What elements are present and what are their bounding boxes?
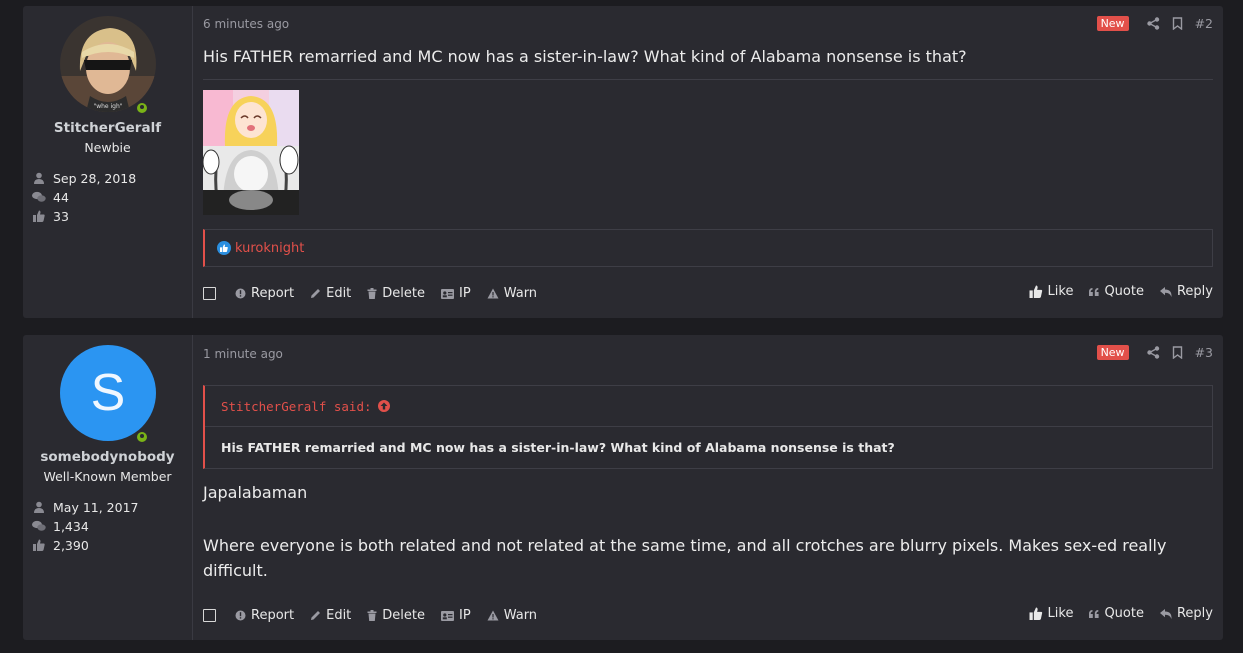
divider bbox=[203, 79, 1213, 80]
like-button[interactable]: Like bbox=[1029, 606, 1073, 621]
post-tools: New #3 bbox=[1096, 345, 1213, 360]
quote-author[interactable]: StitcherGeralf said: bbox=[221, 399, 372, 414]
user-icon bbox=[32, 171, 46, 185]
online-indicator-icon bbox=[135, 101, 149, 115]
ip-button[interactable]: IP bbox=[441, 286, 471, 301]
new-badge: New bbox=[1096, 16, 1129, 31]
stat-joined: Sep 28, 2018 bbox=[32, 169, 136, 187]
report-button[interactable]: Report bbox=[235, 608, 294, 623]
post-number[interactable]: #2 bbox=[1195, 16, 1213, 31]
bookmark-icon[interactable] bbox=[1172, 17, 1183, 30]
reactions-bar: kuroknight bbox=[203, 229, 1213, 267]
warning-icon bbox=[487, 610, 499, 621]
stat-messages: 1,434 bbox=[32, 517, 89, 535]
avatar-letter: S bbox=[60, 345, 156, 441]
post-tools: New #2 bbox=[1096, 16, 1213, 31]
post-number[interactable]: #3 bbox=[1195, 345, 1213, 360]
select-checkbox[interactable] bbox=[203, 287, 216, 300]
post-actions: Report Edit Delete IP Warn bbox=[203, 608, 553, 623]
user-info: "whe igh" StitcherGeralf Newbie Sep 28, … bbox=[23, 6, 193, 318]
delete-button[interactable]: Delete bbox=[367, 286, 425, 301]
post-3: S somebodynobody Well-Known Member May 1… bbox=[23, 335, 1223, 640]
arrow-up-icon[interactable] bbox=[377, 400, 390, 412]
post-actions: Report Edit Delete IP Warn bbox=[203, 286, 553, 301]
blockquote: StitcherGeralf said: His FATHER remarrie… bbox=[203, 385, 1213, 469]
new-badge: New bbox=[1096, 345, 1129, 360]
avatar[interactable]: S bbox=[60, 345, 156, 444]
reply-icon bbox=[1159, 608, 1172, 619]
trash-icon bbox=[367, 610, 377, 621]
like-reaction-icon bbox=[217, 241, 231, 255]
pencil-icon bbox=[310, 288, 321, 299]
post-actions-right: Like Quote Reply bbox=[1013, 284, 1213, 299]
message-text: His FATHER remarried and MC now has a si… bbox=[203, 47, 967, 66]
like-button[interactable]: Like bbox=[1029, 284, 1073, 299]
quote-header[interactable]: StitcherGeralf said: bbox=[205, 386, 1212, 427]
user-info: S somebodynobody Well-Known Member May 1… bbox=[23, 335, 193, 640]
reply-icon bbox=[1159, 286, 1172, 297]
svg-text:"whe igh": "whe igh" bbox=[93, 103, 122, 110]
online-indicator-icon bbox=[135, 430, 149, 444]
comments-icon bbox=[32, 519, 46, 533]
report-button[interactable]: Report bbox=[235, 286, 294, 301]
stat-reactions: 33 bbox=[32, 207, 69, 225]
pencil-icon bbox=[310, 610, 321, 621]
message-line-2: Where everyone is both related and not r… bbox=[203, 536, 1167, 580]
username[interactable]: StitcherGeralf bbox=[23, 120, 192, 136]
edit-button[interactable]: Edit bbox=[310, 286, 351, 301]
reaction-user-link[interactable]: kuroknight bbox=[235, 241, 304, 256]
stat-joined: May 11, 2017 bbox=[32, 498, 138, 516]
stat-messages: 44 bbox=[32, 188, 69, 206]
share-icon[interactable] bbox=[1146, 17, 1160, 30]
reply-button[interactable]: Reply bbox=[1159, 606, 1213, 621]
id-card-icon bbox=[441, 288, 455, 299]
thumbs-up-icon bbox=[1029, 607, 1043, 620]
ip-button[interactable]: IP bbox=[441, 608, 471, 623]
quote-text: His FATHER remarried and MC now has a si… bbox=[221, 440, 895, 455]
username[interactable]: somebodynobody bbox=[23, 449, 192, 465]
warn-button[interactable]: Warn bbox=[487, 286, 537, 301]
post-date[interactable]: 1 minute ago bbox=[203, 347, 283, 361]
share-icon[interactable] bbox=[1146, 346, 1160, 359]
quote-button[interactable]: Quote bbox=[1089, 284, 1144, 299]
thumbs-up-icon bbox=[32, 538, 46, 552]
quote-icon bbox=[1089, 609, 1100, 618]
user-title: Newbie bbox=[84, 140, 131, 155]
warn-button[interactable]: Warn bbox=[487, 608, 537, 623]
quote-icon bbox=[1089, 287, 1100, 296]
thumbs-up-icon bbox=[1029, 285, 1043, 298]
thumbs-up-icon bbox=[32, 209, 46, 223]
bookmark-icon[interactable] bbox=[1172, 346, 1183, 359]
avatar[interactable]: "whe igh" bbox=[60, 16, 156, 115]
report-icon bbox=[235, 610, 246, 621]
report-icon bbox=[235, 288, 246, 299]
select-checkbox[interactable] bbox=[203, 609, 216, 622]
post-date[interactable]: 6 minutes ago bbox=[203, 17, 289, 31]
attached-image[interactable] bbox=[202, 90, 299, 216]
anime-character-avatar-icon: "whe igh" bbox=[60, 16, 156, 112]
user-icon bbox=[32, 500, 46, 514]
warning-icon bbox=[487, 288, 499, 299]
edit-button[interactable]: Edit bbox=[310, 608, 351, 623]
post-body: 1 minute ago New #3 StitcherGeralf said:… bbox=[193, 335, 1223, 640]
user-title: Well-Known Member bbox=[43, 469, 172, 484]
id-card-icon bbox=[441, 610, 455, 621]
delete-button[interactable]: Delete bbox=[367, 608, 425, 623]
post-actions-right: Like Quote Reply bbox=[1013, 606, 1213, 621]
post-body: 6 minutes ago New #2 His FATHER remarrie… bbox=[193, 6, 1223, 318]
post-2: "whe igh" StitcherGeralf Newbie Sep 28, … bbox=[23, 6, 1223, 318]
trash-icon bbox=[367, 288, 377, 299]
reply-button[interactable]: Reply bbox=[1159, 284, 1213, 299]
quote-button[interactable]: Quote bbox=[1089, 606, 1144, 621]
stat-reactions: 2,390 bbox=[32, 536, 89, 554]
message-line-1: Japalabaman bbox=[203, 483, 308, 502]
comments-icon bbox=[32, 190, 46, 204]
